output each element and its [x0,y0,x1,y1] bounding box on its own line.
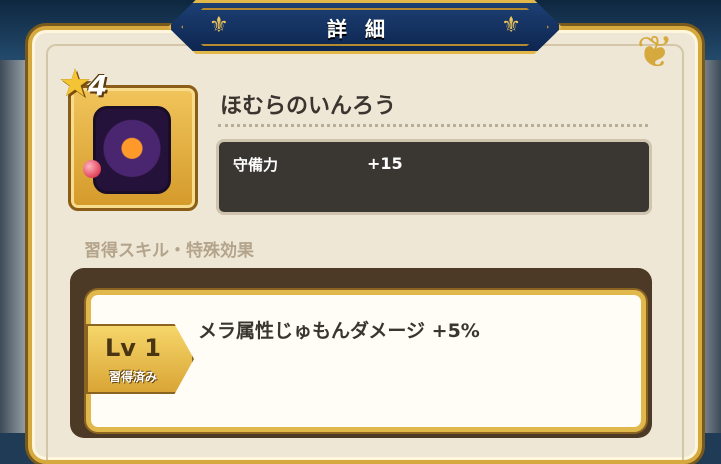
inro-icon [93,106,171,194]
title-banner: ⚜ 詳細 ⚜ [168,0,562,54]
skill-effect-text: メラ属性じゅもんダメージ +5% [198,320,480,342]
rarity-value: 4 [88,69,108,102]
skills-section-title: 習得スキル・特殊効果 [84,241,254,261]
skill-status: 習得済み [108,370,157,384]
name-divider [218,124,648,127]
red-gem-icon [83,160,101,178]
rarity-badge: ★ 4 [58,61,128,107]
skill-level: Lv 1 [105,334,161,362]
item-name: ほむらのいんろう [220,94,397,119]
star-icon: ★ [58,61,93,105]
stat-box: 守備力 +15 [216,139,652,215]
stat-value: +15 [367,154,403,173]
stat-label: 守備力 [233,156,279,174]
fleur-de-lis-icon: ⚜ [501,13,521,38]
skill-level-badge: Lv 1 習得済み [86,324,194,394]
corner-ornament-icon: ❦ [636,27,674,78]
